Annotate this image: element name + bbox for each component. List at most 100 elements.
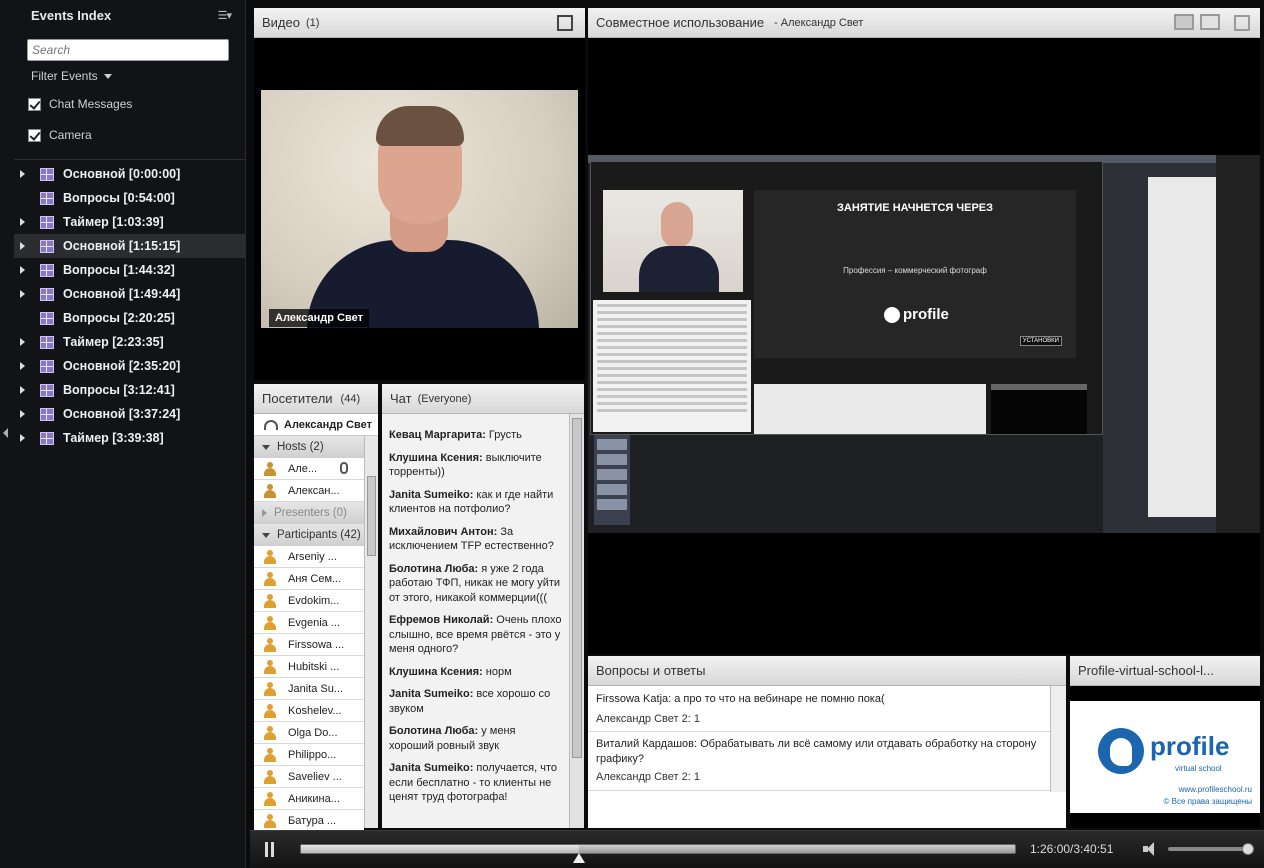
event-label: Таймер [1:03:39]: [63, 215, 164, 229]
event-item[interactable]: Таймер [3:39:38]: [14, 426, 246, 450]
event-item[interactable]: Основной [0:00:00]: [14, 162, 246, 186]
event-item[interactable]: Основной [1:49:44]: [14, 282, 246, 306]
layout-1-icon[interactable]: [1174, 14, 1194, 30]
volume-slider[interactable]: [1168, 843, 1254, 855]
chat-message: Болотина Люба: я уже 2 года работаю ТФП,…: [389, 562, 563, 606]
expand-arrow-icon[interactable]: [14, 170, 30, 178]
event-item[interactable]: Таймер [1:03:39]: [14, 210, 246, 234]
attendee-row[interactable]: Evdokim...: [254, 590, 364, 612]
chat-messages-label: Chat Messages: [49, 97, 133, 111]
chat-scrollbar[interactable]: [569, 414, 584, 828]
event-label: Основной [3:37:24]: [63, 407, 181, 421]
panel-menu-icon[interactable]: ☰▾: [218, 9, 232, 22]
expand-arrow-icon[interactable]: [14, 242, 30, 250]
attendee-row[interactable]: Olga Do...: [254, 722, 364, 744]
microphone-icon: [340, 462, 348, 474]
attendee-row[interactable]: Але...: [254, 458, 364, 480]
chat-pod-title: Чат: [390, 391, 412, 406]
recording-player: Events Index ☰▾ Filter Events Chat Messa…: [0, 0, 1264, 868]
chat-message-list: Кевац Маргарита: Грусть Клушина Ксения: в…: [382, 414, 569, 828]
attendee-row[interactable]: Philippo...: [254, 744, 364, 766]
seek-bar[interactable]: [300, 844, 1016, 863]
layout-2-icon[interactable]: [1200, 14, 1220, 30]
event-item[interactable]: Вопросы [2:20:25]: [14, 306, 246, 330]
attendee-row[interactable]: Saveliev ...: [254, 766, 364, 788]
slide-button: УСТАНОВКИ: [1019, 336, 1062, 346]
expand-arrow-icon[interactable]: [14, 434, 30, 442]
camera-checkbox[interactable]: Camera: [28, 128, 92, 142]
event-icon: [40, 239, 54, 253]
chevron-right-icon: [262, 509, 267, 517]
playback-bar: 1:26:00/3:40:51: [250, 830, 1264, 868]
attendee-row[interactable]: Аня Сем...: [254, 568, 364, 590]
attendee-row[interactable]: Hubitski ...: [254, 656, 364, 678]
attendee-section-header[interactable]: Participants (42): [254, 524, 364, 546]
event-item[interactable]: Основной [2:35:20]: [14, 354, 246, 378]
pause-icon[interactable]: [264, 842, 276, 857]
attendee-row[interactable]: Аникина...: [254, 788, 364, 810]
expand-arrow-icon[interactable]: [14, 362, 30, 370]
attendee-section-header[interactable]: Hosts (2): [254, 436, 364, 458]
event-item[interactable]: Вопросы [3:12:41]: [14, 378, 246, 402]
event-item[interactable]: Основной [1:15:15]: [14, 234, 246, 258]
chat-author: Кевац Маргарита:: [389, 429, 486, 441]
search-input[interactable]: [27, 39, 229, 61]
chat-message: Кевац Маргарита: Грусть: [389, 428, 563, 443]
fullscreen-icon[interactable]: [557, 15, 573, 31]
collapse-arrow-icon[interactable]: [3, 428, 8, 438]
checkbox-checked-icon[interactable]: [28, 97, 41, 111]
scrollbar-thumb[interactable]: [367, 476, 376, 556]
volume-handle[interactable]: [1241, 843, 1254, 855]
attendee-row[interactable]: Koshelev...: [254, 700, 364, 722]
attendee-section-header[interactable]: Presenters (0): [254, 502, 364, 524]
attendee-row[interactable]: Батура ...: [254, 810, 364, 832]
checkbox-checked-icon[interactable]: [28, 128, 41, 142]
chevron-down-icon: [103, 74, 112, 80]
expand-arrow-icon[interactable]: [14, 410, 30, 418]
expand-arrow-icon[interactable]: [14, 386, 30, 394]
chat-text: Грусть: [485, 429, 522, 441]
self-name: Александр Свет: [284, 418, 372, 431]
chat-messages-checkbox[interactable]: Chat Messages: [28, 97, 132, 111]
expand-arrow-icon[interactable]: [14, 290, 30, 298]
attendee-row[interactable]: Алексан...: [254, 480, 364, 502]
event-item[interactable]: Таймер [2:23:35]: [14, 330, 246, 354]
event-item[interactable]: Основной [3:37:24]: [14, 402, 246, 426]
attendee-row[interactable]: Firssowa ...: [254, 634, 364, 656]
expand-arrow-icon[interactable]: [14, 266, 30, 274]
attendee-row[interactable]: Evgenia ...: [254, 612, 364, 634]
divider: [588, 731, 1050, 732]
chat-author: Janita Sumeiko:: [389, 762, 474, 774]
qa-question: Виталий Кардашов: Обрабатывать ли всё са…: [596, 738, 1037, 765]
attendee-row[interactable]: Arseniy ...: [254, 546, 364, 568]
seek-handle[interactable]: [573, 853, 586, 863]
event-label: Вопросы [2:20:25]: [63, 311, 175, 325]
qa-scrollbar[interactable]: [1050, 686, 1066, 792]
qa-pod: Вопросы и ответы Firssowa Katja: а про т…: [588, 656, 1066, 828]
event-label: Основной [0:00:00]: [63, 167, 181, 181]
expand-arrow-icon[interactable]: [14, 338, 30, 346]
attendee-name: Koshelev...: [288, 704, 342, 717]
event-icon: [40, 383, 54, 397]
chat-author: Михайлович Антон:: [389, 525, 498, 538]
user-icon: [264, 593, 276, 608]
chat-message: Клушина Ксения: выключите торренты)): [389, 451, 563, 480]
volume-icon[interactable]: [1143, 842, 1159, 856]
attendees-scrollbar[interactable]: [364, 436, 378, 828]
shared-qa-panel: [754, 384, 986, 434]
divider: [14, 159, 246, 160]
event-item[interactable]: Вопросы [0:54:00]: [14, 186, 246, 210]
filter-events-dropdown[interactable]: Filter Events: [31, 69, 112, 83]
chat-message: Janita Sumeiko: все хорошо со звуком: [389, 687, 563, 716]
event-label: Основной [1:15:15]: [63, 239, 181, 253]
presenter-hair: [376, 106, 464, 146]
self-row[interactable]: Александр Свет: [254, 414, 378, 436]
attendees-pod: Посетители (44) Александр Свет Hosts (2)…: [254, 384, 378, 832]
scrollbar-thumb[interactable]: [572, 418, 582, 758]
user-icon: [264, 615, 276, 630]
video-pod-header: Видео (1): [254, 8, 585, 38]
event-item[interactable]: Вопросы [1:44:32]: [14, 258, 246, 282]
attendee-row[interactable]: Janita Su...: [254, 678, 364, 700]
fullscreen-icon[interactable]: [1234, 15, 1250, 31]
expand-arrow-icon[interactable]: [14, 218, 30, 226]
